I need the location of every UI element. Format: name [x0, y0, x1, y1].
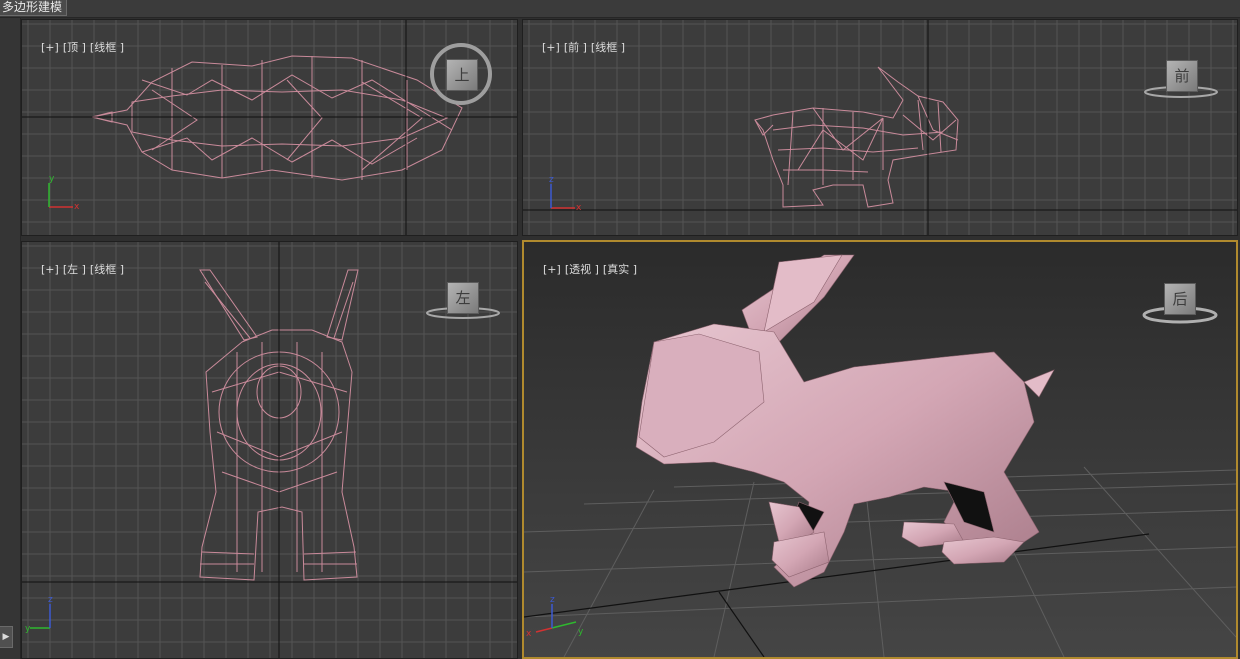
- viewport-top[interactable]: x y 上 [+] [顶 ] [线框 ]: [21, 19, 518, 236]
- axis-label-x: x: [526, 629, 532, 639]
- axis-tripod: x z: [549, 175, 582, 213]
- axis-label-x: x: [576, 203, 582, 213]
- viewport-shading-menu[interactable]: [线框 ]: [90, 263, 124, 276]
- viewport-view-menu[interactable]: [顶 ]: [63, 41, 86, 54]
- viewcube[interactable]: 前: [1166, 60, 1198, 92]
- viewport-label: [+] [透视 ] [真实 ]: [529, 248, 641, 290]
- left-toolbar: [0, 18, 21, 659]
- play-triangle-icon[interactable]: ▶: [0, 626, 13, 648]
- axis-label-y: y: [25, 624, 31, 634]
- viewport-shading-menu[interactable]: [线框 ]: [591, 41, 625, 54]
- axis-tripod: y z: [25, 595, 53, 634]
- viewport-label: [+] [顶 ] [线框 ]: [27, 26, 128, 68]
- viewport-view-menu[interactable]: [透视 ]: [565, 263, 599, 276]
- rabbit-mesh: [635, 254, 1055, 588]
- viewcube[interactable]: 上: [446, 59, 478, 91]
- viewport-shading-menu[interactable]: [真实 ]: [603, 263, 637, 276]
- axis-label-z: z: [48, 595, 53, 605]
- left-view-canvas: y z: [22, 242, 517, 658]
- axis-label-y: y: [49, 174, 55, 184]
- axis-label-z: z: [549, 175, 554, 185]
- viewport-view-menu[interactable]: [前 ]: [564, 41, 587, 54]
- axis-label-x: x: [74, 202, 80, 212]
- viewport-view-menu[interactable]: [左 ]: [63, 263, 86, 276]
- viewcube[interactable]: 后: [1164, 283, 1196, 315]
- viewport-grid: [22, 242, 517, 658]
- viewport-perspective[interactable]: x y z 后 [+] [透视 ] [真实 ]: [522, 240, 1238, 659]
- viewport-menu-plus[interactable]: [+]: [41, 263, 59, 276]
- axis-label-z: z: [550, 595, 555, 605]
- axis-label-y: y: [578, 627, 584, 637]
- ribbon-tab-polygon-modeling[interactable]: 多边形建模: [0, 0, 68, 16]
- viewport-menu-plus[interactable]: [+]: [41, 41, 59, 54]
- viewport-label: [+] [左 ] [线框 ]: [27, 248, 128, 290]
- viewport-shading-menu[interactable]: [线框 ]: [90, 41, 124, 54]
- viewport-left[interactable]: y z 左 [+] [左 ] [线框 ]: [21, 241, 518, 659]
- axis-tripod: x y: [48, 174, 80, 212]
- ribbon-bar: [0, 0, 1240, 18]
- viewport-label: [+] [前 ] [线框 ]: [528, 26, 629, 68]
- perspective-view-canvas: x y z: [524, 254, 1236, 657]
- viewcube[interactable]: 左: [447, 282, 479, 314]
- viewport-grid: [523, 20, 1237, 235]
- viewport-menu-plus[interactable]: [+]: [543, 263, 561, 276]
- viewport-menu-plus[interactable]: [+]: [542, 41, 560, 54]
- front-view-canvas: x z: [523, 20, 1237, 235]
- viewport-front[interactable]: x z 前 [+] [前 ] [线框 ]: [522, 19, 1238, 236]
